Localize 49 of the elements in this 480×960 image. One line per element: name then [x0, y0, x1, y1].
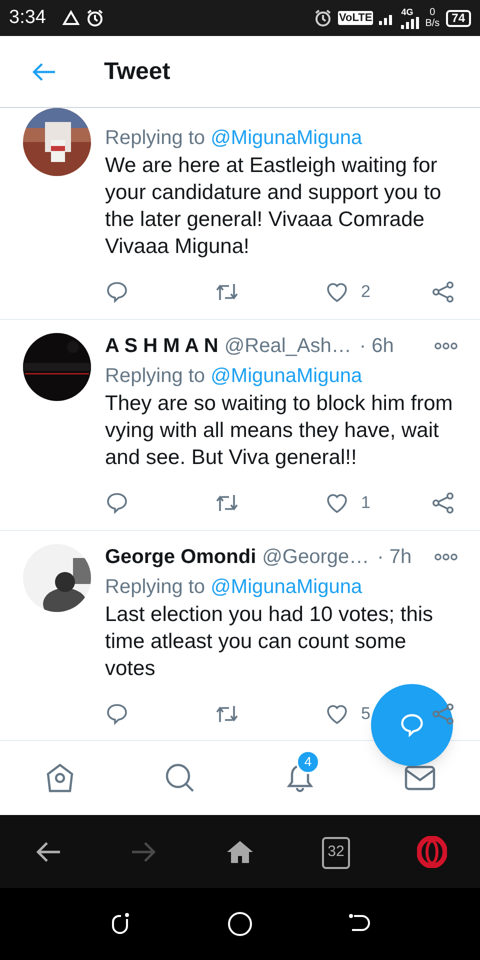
heart-icon[interactable]: [325, 491, 349, 515]
search-icon[interactable]: [164, 762, 196, 794]
like-count: 1: [361, 492, 370, 514]
user-handle: @George…: [262, 545, 370, 570]
tweet-time: · 6h: [359, 334, 394, 359]
mention-link[interactable]: @MigunaMiguna: [210, 127, 362, 149]
signal-icon: [401, 16, 420, 28]
volte-label: VoLTE: [338, 11, 374, 25]
battery-level: 74: [446, 10, 471, 26]
alarm-icon: [314, 9, 332, 27]
reply-icon[interactable]: [105, 702, 129, 726]
back-arrow-icon[interactable]: [35, 840, 61, 864]
home-button-icon[interactable]: [227, 911, 253, 937]
page-title: Tweet: [104, 56, 170, 86]
more-icon[interactable]: [434, 342, 458, 350]
tweet-text: We are here at Eastleigh waiting for your candidature and support you to the later general! Vivaaa Comrade Vivaaa Miguna!: [105, 153, 442, 260]
mention-link[interactable]: @MigunaMiguna: [210, 365, 362, 387]
user-name: A S H M A N: [105, 334, 218, 359]
user-name: George Omondi: [105, 545, 256, 570]
share-icon[interactable]: [431, 491, 455, 515]
speed-unit: B/s: [425, 18, 440, 29]
like-count: 2: [361, 281, 370, 304]
tabs-button[interactable]: 32: [322, 836, 350, 868]
share-icon[interactable]: [431, 280, 455, 304]
like-count: 5: [361, 703, 370, 726]
reply-icon[interactable]: [105, 280, 129, 304]
tweet-text: They are so waiting to block him from vying with all means they have, wait and see. But Viva general!!: [105, 391, 454, 471]
home-icon[interactable]: [226, 840, 254, 864]
heart-icon[interactable]: [325, 702, 349, 726]
replying-label: Replying to: [105, 127, 206, 149]
mention-link[interactable]: @MigunaMiguna: [210, 576, 362, 598]
share-icon[interactable]: [431, 702, 455, 726]
replying-label: Replying to: [105, 365, 206, 387]
reply-icon: [399, 712, 425, 738]
network-type: 4G: [401, 8, 414, 16]
more-icon[interactable]: [434, 553, 458, 561]
heart-icon[interactable]: [325, 280, 349, 304]
clock-time: 3:34: [9, 6, 46, 30]
replying-label: Replying to: [105, 576, 206, 598]
speed-value: 0: [430, 7, 436, 18]
notification-badge: 4: [296, 750, 320, 774]
alarm-icon: [86, 9, 104, 27]
triangle-icon: [62, 10, 80, 26]
tweet-time: · 7h: [377, 545, 412, 570]
reply-icon[interactable]: [105, 491, 129, 515]
browser-logo-icon[interactable]: [417, 836, 447, 868]
user-handle: @Real_Ash…: [224, 334, 352, 359]
tweet-text: Last election you had 10 votes; this time atleast you can count some votes: [105, 602, 434, 682]
home-icon[interactable]: [44, 762, 76, 794]
